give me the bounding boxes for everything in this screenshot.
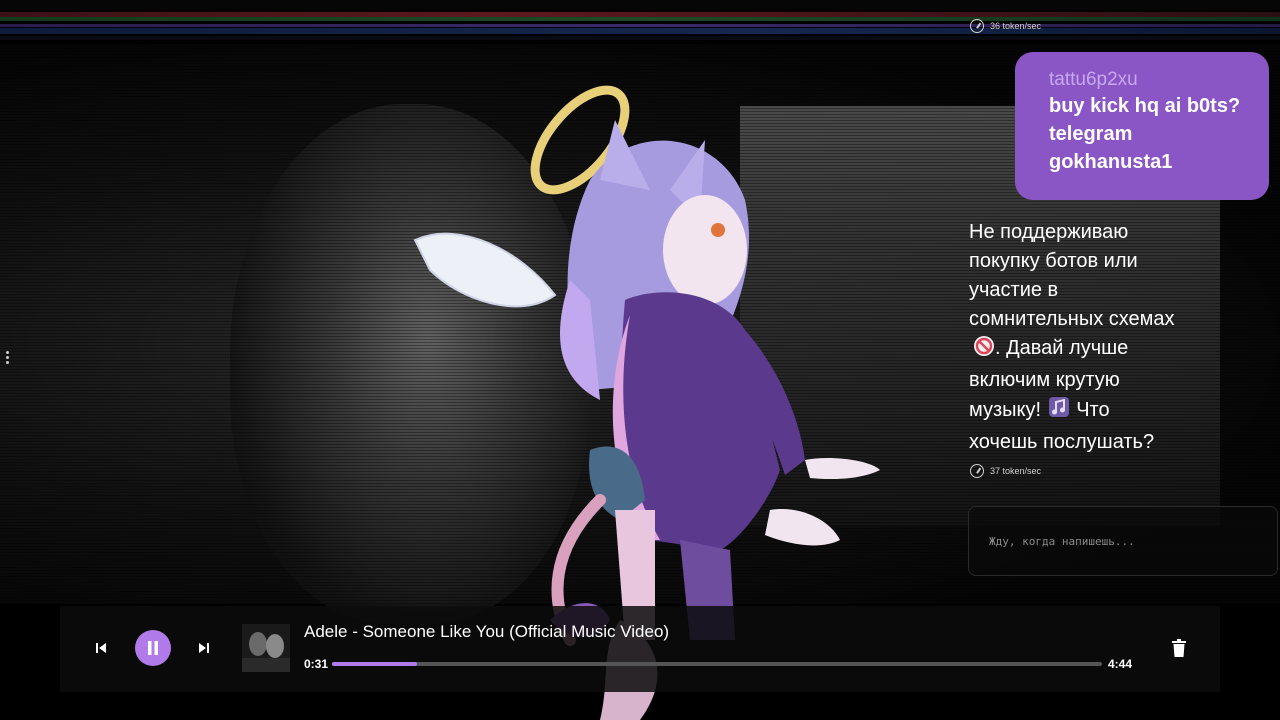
message-line: telegram bbox=[1049, 123, 1133, 145]
message-username: tattu6p2xu bbox=[1049, 69, 1138, 90]
token-rate-label: 37 token/sec bbox=[990, 466, 1042, 476]
reply-line: . Давай лучше bbox=[969, 334, 1199, 366]
reply-line: покупку ботов или bbox=[969, 250, 1138, 272]
reply-line: включим крутую bbox=[969, 369, 1120, 391]
reply-line: Не поддерживаю bbox=[969, 221, 1129, 243]
skip-next-icon bbox=[199, 643, 209, 653]
next-track-button[interactable] bbox=[196, 640, 212, 656]
top-glitch-stripes bbox=[0, 0, 1280, 44]
token-rate-reply: 37 token/sec bbox=[970, 464, 1041, 478]
delete-track-button[interactable] bbox=[1172, 639, 1186, 657]
side-menu-dots[interactable] bbox=[2, 350, 12, 368]
no-entry-icon bbox=[973, 335, 995, 366]
track-title: Adele - Someone Like You (Official Music… bbox=[304, 622, 670, 641]
message-line: buy kick hq ai b0ts? bbox=[1049, 95, 1241, 117]
trash-icon bbox=[1172, 639, 1186, 657]
progress-fill bbox=[332, 662, 417, 666]
token-rate-top: 36 token/sec bbox=[970, 19, 1041, 33]
chat-input-box bbox=[968, 506, 1278, 576]
message-line: gokhanusta1 bbox=[1049, 151, 1173, 173]
reply-line: сомнительных схемах bbox=[969, 308, 1175, 330]
reply-line: хочешь послушать? bbox=[969, 431, 1155, 453]
pause-icon bbox=[148, 641, 158, 655]
token-rate-label: 36 token/sec bbox=[990, 21, 1042, 31]
progress-bar[interactable] bbox=[332, 662, 1102, 666]
user-message-bubble: tattu6p2xu buy kick hq ai b0ts? telegram… bbox=[1015, 52, 1269, 200]
reply-line: участие в bbox=[969, 279, 1059, 301]
previous-track-button[interactable] bbox=[93, 640, 109, 656]
current-time: 0:31 bbox=[304, 657, 329, 671]
music-player: Adele - Someone Like You (Official Music… bbox=[60, 606, 1220, 692]
reply-line: музыку! Что bbox=[969, 395, 1199, 428]
speed-gauge-icon bbox=[970, 19, 984, 33]
track-thumbnail bbox=[242, 624, 290, 672]
track-duration: 4:44 bbox=[1108, 657, 1133, 671]
reply-text: музыку! bbox=[969, 399, 1042, 421]
bot-reply: Не поддерживаю покупку ботов или участие… bbox=[969, 218, 1199, 457]
reply-text: . Давай лучше bbox=[995, 337, 1129, 359]
skip-previous-icon bbox=[96, 643, 106, 653]
reply-text: Что bbox=[1076, 399, 1110, 421]
play-pause-button[interactable] bbox=[135, 630, 171, 666]
chat-input[interactable] bbox=[969, 507, 1277, 575]
music-note-icon bbox=[1047, 395, 1071, 428]
speed-gauge-icon bbox=[970, 464, 984, 478]
